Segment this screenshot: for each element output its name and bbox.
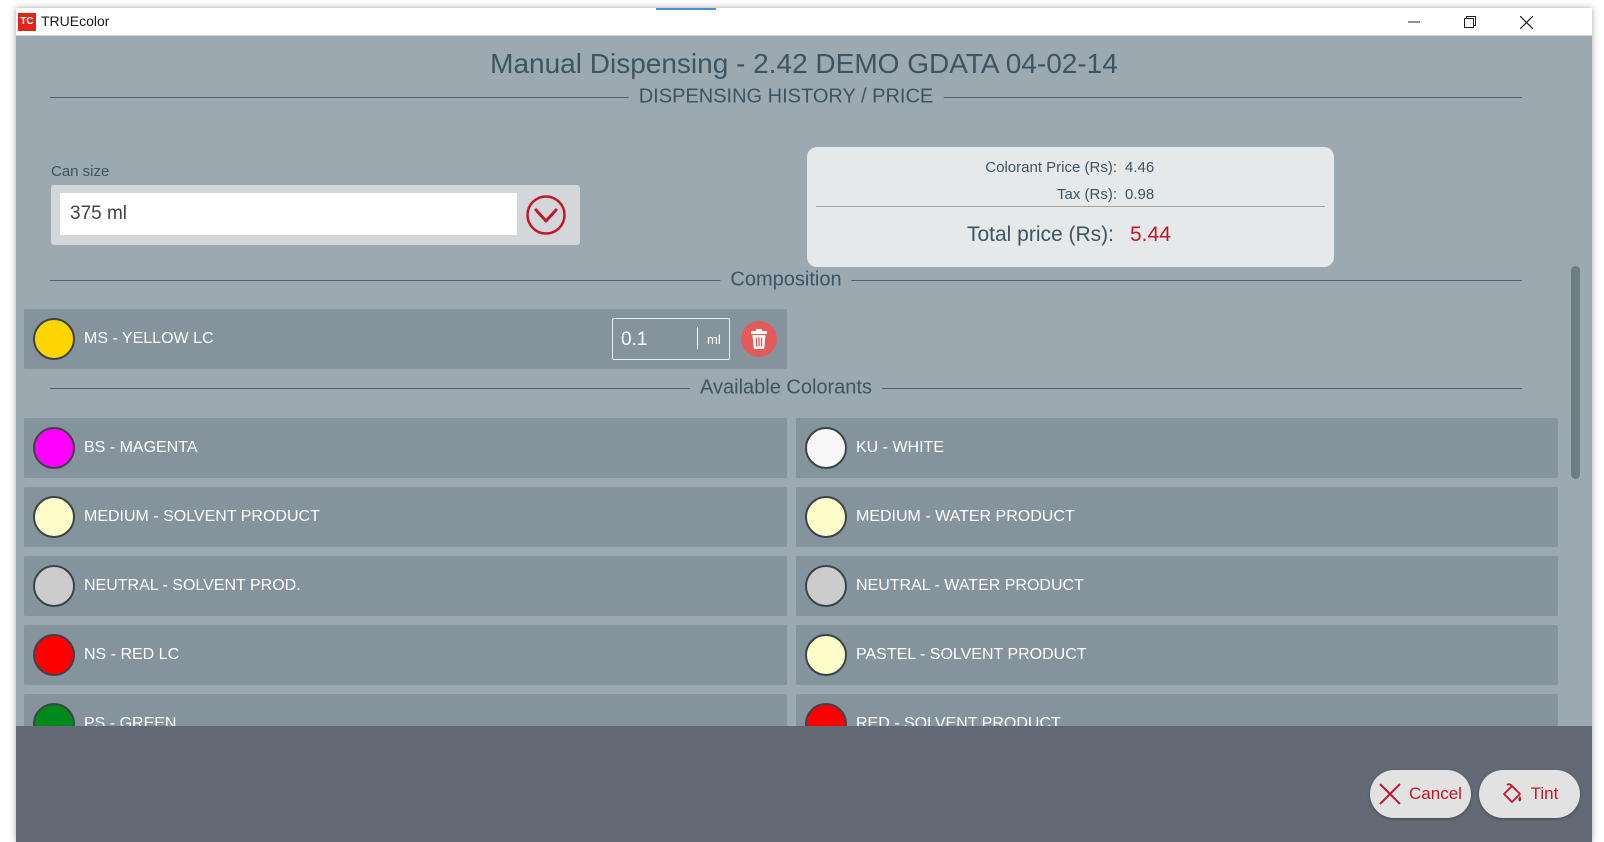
title-bar: TC TRUEcolor bbox=[16, 8, 1592, 36]
colorant-swatch bbox=[805, 496, 847, 538]
close-icon bbox=[1519, 15, 1533, 29]
composition-colorant-name: MS - YELLOW LC bbox=[84, 330, 214, 347]
action-bar: Cancel Tint bbox=[16, 726, 1592, 842]
price-summary-card: Colorant Price (Rs): 4.46 Tax (Rs): 0.98… bbox=[807, 147, 1334, 267]
app-window: TC TRUEcolor Manual Dispensing - 2.42 DE… bbox=[16, 8, 1592, 842]
colorant-swatch bbox=[805, 565, 847, 607]
minimize-icon bbox=[1408, 21, 1420, 23]
available-colorants-list: BS - MAGENTA KU - WHITE MEDIUM - SOLVENT… bbox=[16, 418, 1576, 736]
cancel-button-label: Cancel bbox=[1409, 784, 1462, 803]
tax-value: 0.98 bbox=[1125, 186, 1155, 203]
scrollbar-thumb[interactable] bbox=[1571, 266, 1580, 479]
restore-button[interactable] bbox=[1442, 8, 1498, 36]
app-logo-icon: TC bbox=[18, 13, 36, 31]
colorant-row-pastel-solvent[interactable]: PASTEL - SOLVENT PRODUCT bbox=[796, 625, 1558, 685]
colorant-row-medium-water[interactable]: MEDIUM - WATER PRODUCT bbox=[796, 487, 1558, 547]
composition-row: MS - YELLOW LC 0.1 ml bbox=[24, 309, 787, 369]
price-divider bbox=[816, 206, 1325, 207]
delete-composition-button[interactable] bbox=[741, 321, 777, 357]
colorant-name: NS - RED LC bbox=[84, 646, 180, 663]
history-section-label: DISPENSING HISTORY / PRICE bbox=[628, 85, 944, 109]
colorant-swatch bbox=[33, 496, 75, 538]
composition-section-header: Composition bbox=[50, 268, 1522, 292]
colorant-name: MEDIUM - SOLVENT PRODUCT bbox=[84, 508, 320, 525]
colorant-row-ns-red[interactable]: NS - RED LC bbox=[24, 625, 787, 685]
close-icon bbox=[1379, 783, 1401, 805]
composition-section-label: Composition bbox=[720, 268, 852, 292]
can-size-dropdown-button[interactable] bbox=[525, 194, 567, 236]
available-section-label: Available Colorants bbox=[690, 376, 882, 400]
paint-bucket-icon bbox=[1502, 783, 1521, 803]
chevron-down-icon bbox=[526, 195, 566, 235]
colorant-name: BS - MAGENTA bbox=[84, 439, 198, 456]
colorant-swatch bbox=[33, 634, 75, 676]
app-title: TRUEcolor bbox=[41, 13, 110, 29]
tint-button[interactable]: Tint bbox=[1479, 770, 1580, 818]
colorant-row-neutral-water[interactable]: NEUTRAL - WATER PRODUCT bbox=[796, 556, 1558, 616]
colorant-name: MEDIUM - WATER PRODUCT bbox=[856, 508, 1075, 525]
colorant-name: NEUTRAL - SOLVENT PROD. bbox=[84, 577, 301, 594]
tax-label: Tax (Rs): bbox=[1057, 186, 1117, 203]
title-focus-line bbox=[656, 8, 716, 10]
minimize-button[interactable] bbox=[1386, 8, 1442, 36]
page-title: Manual Dispensing - 2.42 DEMO GDATA 04-0… bbox=[490, 48, 1118, 79]
colorant-row-ku-white[interactable]: KU - WHITE bbox=[796, 418, 1558, 478]
colorant-row-neutral-solvent[interactable]: NEUTRAL - SOLVENT PROD. bbox=[24, 556, 787, 616]
colorant-swatch bbox=[33, 427, 75, 469]
colorant-swatch bbox=[805, 634, 847, 676]
can-size-input[interactable]: 375 ml bbox=[60, 193, 517, 235]
quantity-input[interactable]: 0.1 ml bbox=[612, 318, 730, 360]
history-section-header: DISPENSING HISTORY / PRICE bbox=[50, 85, 1522, 109]
colorant-row-medium-solvent[interactable]: MEDIUM - SOLVENT PRODUCT bbox=[24, 487, 787, 547]
restore-icon bbox=[1464, 16, 1476, 28]
colorant-price-value: 4.46 bbox=[1125, 159, 1155, 176]
tint-button-label: Tint bbox=[1530, 784, 1559, 803]
colorant-price-label: Colorant Price (Rs): bbox=[985, 159, 1117, 176]
cancel-button[interactable]: Cancel bbox=[1370, 770, 1471, 818]
colorant-swatch bbox=[33, 318, 75, 360]
colorant-name: PASTEL - SOLVENT PRODUCT bbox=[856, 646, 1087, 663]
quantity-value: 0.1 bbox=[621, 329, 648, 350]
can-size-selector: 375 ml bbox=[51, 185, 580, 245]
total-price-label: Total price (Rs): bbox=[966, 223, 1114, 246]
colorant-name: NEUTRAL - WATER PRODUCT bbox=[856, 577, 1084, 594]
colorant-name: KU - WHITE bbox=[856, 439, 944, 456]
vertical-scrollbar[interactable] bbox=[1569, 266, 1581, 736]
total-price-value: 5.44 bbox=[1130, 223, 1171, 246]
colorant-swatch bbox=[805, 427, 847, 469]
trash-icon bbox=[751, 329, 767, 349]
available-section-header: Available Colorants bbox=[50, 376, 1522, 400]
colorant-row-bs-magenta[interactable]: BS - MAGENTA bbox=[24, 418, 787, 478]
can-size-label: Can size bbox=[51, 163, 110, 180]
close-button[interactable] bbox=[1498, 8, 1554, 36]
colorant-swatch bbox=[33, 565, 75, 607]
quantity-unit: ml bbox=[707, 332, 721, 347]
